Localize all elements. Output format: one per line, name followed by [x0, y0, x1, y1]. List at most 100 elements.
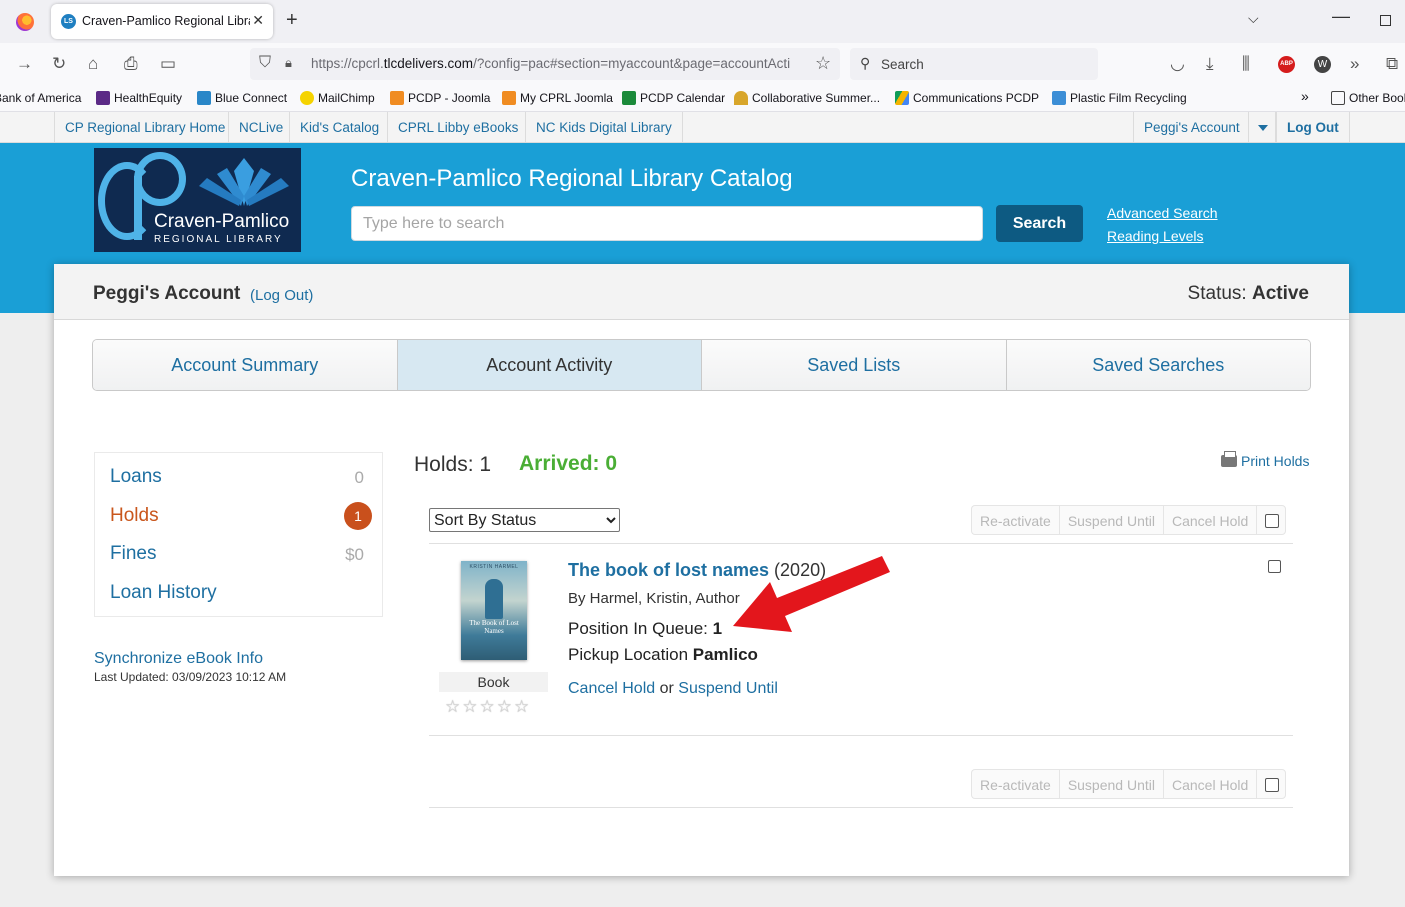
- extensions-icon[interactable]: ⧉: [1386, 54, 1398, 74]
- bookmark-star-icon[interactable]: ☆: [815, 53, 831, 74]
- logo-subtitle: REGIONAL LIBRARY: [154, 234, 283, 245]
- tab-saved-searches[interactable]: Saved Searches: [1006, 340, 1310, 390]
- print-holds-link[interactable]: Print Holds: [1221, 451, 1309, 469]
- list-all-tabs-icon[interactable]: ⌵: [1248, 10, 1259, 27]
- tab-saved-lists[interactable]: Saved Lists: [702, 340, 1007, 390]
- hold-year: (2020): [774, 560, 827, 580]
- home-icon[interactable]: ⌂: [88, 54, 98, 74]
- reader-view-icon[interactable]: ▭: [160, 54, 176, 74]
- downloads-icon[interactable]: ⤓: [1206, 54, 1214, 74]
- print-icon[interactable]: ⎙: [124, 54, 138, 74]
- select-all-checkbox[interactable]: [1256, 505, 1287, 535]
- browser-tab[interactable]: LS Craven-Pamlico Regional Librar ✕: [51, 4, 273, 39]
- logout-link[interactable]: Log Out: [1276, 112, 1350, 143]
- pocket-icon[interactable]: ◡: [1170, 54, 1185, 74]
- pickup-location: Pickup Location Pamlico: [568, 645, 758, 664]
- search-button[interactable]: Search: [996, 205, 1083, 242]
- bookmark-item[interactable]: Other Bookmarks: [1331, 91, 1405, 105]
- close-tab-icon[interactable]: ✕: [252, 12, 264, 29]
- maximize-window-icon[interactable]: [1380, 15, 1391, 26]
- link-kids-catalog[interactable]: Kid's Catalog: [289, 112, 389, 143]
- logo-name: Craven-Pamlico: [154, 211, 290, 232]
- more-bookmarks-icon[interactable]: »: [1301, 88, 1309, 104]
- more-tools-icon[interactable]: »: [1350, 54, 1359, 74]
- link-libby[interactable]: CPRL Libby eBooks: [387, 112, 528, 143]
- tab-account-summary[interactable]: Account Summary: [93, 340, 398, 390]
- reload-icon[interactable]: ↻: [52, 54, 66, 74]
- back-icon[interactable]: →: [16, 54, 33, 74]
- mailchimp-icon: [300, 91, 314, 105]
- link-library-home[interactable]: CP Regional Library Home: [54, 112, 235, 143]
- queue-position: Position In Queue: 1: [568, 619, 723, 638]
- reactivate-button[interactable]: Re-activate: [971, 505, 1059, 535]
- summer-icon: [734, 91, 748, 105]
- cover-title-text: The Book of Lost Names: [469, 619, 519, 635]
- adblock-icon[interactable]: ABP: [1278, 56, 1295, 73]
- site-favicon-icon: LS: [61, 14, 76, 29]
- link-nclive[interactable]: NCLive: [228, 112, 293, 143]
- search-icon: ⚲: [860, 55, 871, 71]
- wordpress-icon[interactable]: W: [1314, 56, 1331, 73]
- select-all-checkbox[interactable]: [1256, 769, 1287, 799]
- suspend-until-link[interactable]: Suspend Until: [678, 680, 778, 697]
- side-item-holds[interactable]: Holds: [110, 505, 159, 527]
- address-bar[interactable]: ⛉ 🔒︎ https://cpcrl.tlcdelivers.com/?conf…: [250, 48, 840, 80]
- holds-count-heading: Holds: 1: [414, 453, 492, 476]
- holds-actions-top: Re-activate Suspend Until Cancel Hold: [971, 505, 1287, 535]
- library-icon[interactable]: ⫼: [1242, 54, 1250, 74]
- bookmark-item[interactable]: PCDP Calendar: [622, 91, 725, 105]
- healthequity-icon: [96, 91, 110, 105]
- hold-links: Cancel Hold or Suspend Until: [568, 680, 778, 697]
- side-item-loans[interactable]: Loans: [110, 466, 162, 488]
- tracking-protection-icon[interactable]: ⛉: [259, 54, 271, 72]
- cancel-hold-link[interactable]: Cancel Hold: [568, 680, 655, 697]
- reactivate-button[interactable]: Re-activate: [971, 769, 1059, 799]
- reading-levels-link[interactable]: Reading Levels: [1107, 228, 1204, 244]
- side-item-loan-history[interactable]: Loan History: [110, 582, 217, 604]
- hold-title[interactable]: The book of lost names (2020): [568, 560, 826, 581]
- bookmark-item[interactable]: HealthEquity: [96, 91, 182, 105]
- google-drive-icon: [895, 91, 909, 105]
- printer-icon: [1221, 451, 1237, 467]
- suspend-until-button[interactable]: Suspend Until: [1058, 505, 1163, 535]
- lotus-icon: [199, 158, 289, 206]
- bookmark-item[interactable]: Bank of America: [0, 91, 81, 105]
- bookmarks-toolbar: Bank of America HealthEquity Blue Connec…: [0, 85, 1405, 112]
- cancel-hold-button[interactable]: Cancel Hold: [1162, 769, 1257, 799]
- tab-account-activity[interactable]: Account Activity: [397, 340, 702, 390]
- suspend-until-button[interactable]: Suspend Until: [1058, 769, 1163, 799]
- divider: [429, 543, 1293, 544]
- side-item-fines[interactable]: Fines: [110, 543, 156, 565]
- rating-stars-icon[interactable]: ☆☆☆☆☆: [445, 697, 531, 717]
- library-logo[interactable]: Craven-Pamlico REGIONAL LIBRARY: [94, 148, 301, 252]
- cover-author-text: KRISTIN HARMEL: [469, 564, 519, 570]
- lock-icon[interactable]: 🔒︎: [285, 55, 292, 71]
- url-text[interactable]: https://cpcrl.tlcdelivers.com/?config=pa…: [311, 56, 806, 71]
- browser-toolbar: → ↻ ⌂ ⎙ ▭ ⛉ 🔒︎ https://cpcrl.tlcdelivers…: [0, 43, 1405, 85]
- browser-search-bar[interactable]: ⚲ Search: [850, 48, 1098, 80]
- advanced-search-link[interactable]: Advanced Search: [1107, 205, 1218, 221]
- catalog-search-input[interactable]: [351, 206, 983, 241]
- firefox-icon[interactable]: [16, 13, 34, 31]
- minimize-window-icon[interactable]: —: [1332, 6, 1350, 27]
- account-dropdown-icon[interactable]: [1248, 112, 1276, 143]
- cancel-hold-button[interactable]: Cancel Hold: [1162, 505, 1257, 535]
- bookmark-item[interactable]: Communications PCDP: [895, 91, 1039, 105]
- panel-logout-link[interactable]: (Log Out): [250, 287, 313, 304]
- bookmark-item[interactable]: Collaborative Summer...: [734, 91, 880, 105]
- bookmark-item[interactable]: My CPRL Joomla: [502, 91, 613, 105]
- account-menu-link[interactable]: Peggi's Account: [1133, 112, 1250, 143]
- bookmark-item[interactable]: MailChimp: [300, 91, 375, 105]
- bookmark-item[interactable]: PCDP - Joomla: [390, 91, 490, 105]
- browser-tab-bar: LS Craven-Pamlico Regional Librar ✕ + ⌵ …: [0, 0, 1405, 43]
- joomla-icon: [502, 91, 516, 105]
- bookmark-item[interactable]: Blue Connect: [197, 91, 287, 105]
- sync-ebook-link[interactable]: Synchronize eBook Info: [94, 650, 263, 668]
- blue-connect-icon: [197, 91, 211, 105]
- book-cover-image[interactable]: KRISTIN HARMEL The Book of Lost Names: [461, 561, 527, 660]
- bookmark-item[interactable]: Plastic Film Recycling: [1052, 91, 1187, 105]
- link-nc-kids[interactable]: NC Kids Digital Library: [525, 112, 683, 143]
- hold-item-checkbox[interactable]: [1268, 560, 1281, 573]
- new-tab-icon[interactable]: +: [286, 9, 298, 32]
- sort-select[interactable]: Sort By Status: [429, 508, 620, 532]
